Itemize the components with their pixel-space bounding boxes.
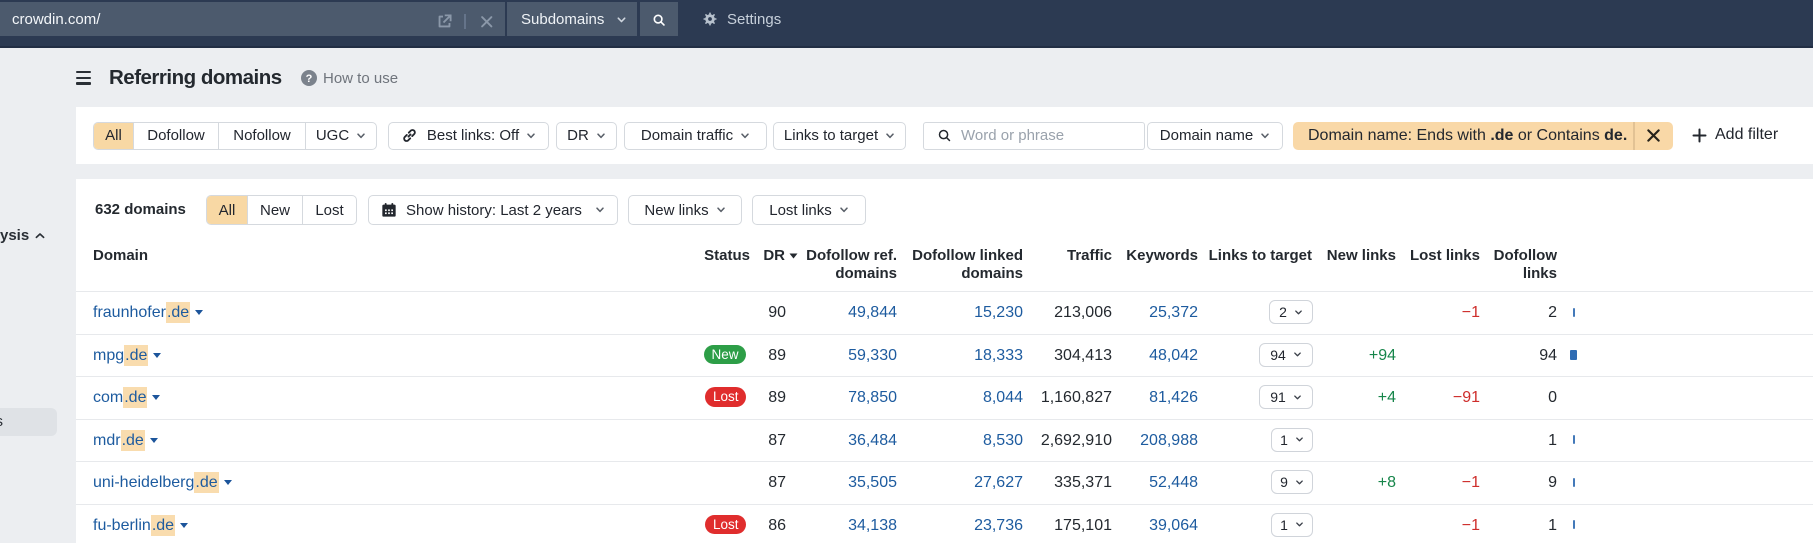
svg-text:?: ? xyxy=(306,73,313,85)
